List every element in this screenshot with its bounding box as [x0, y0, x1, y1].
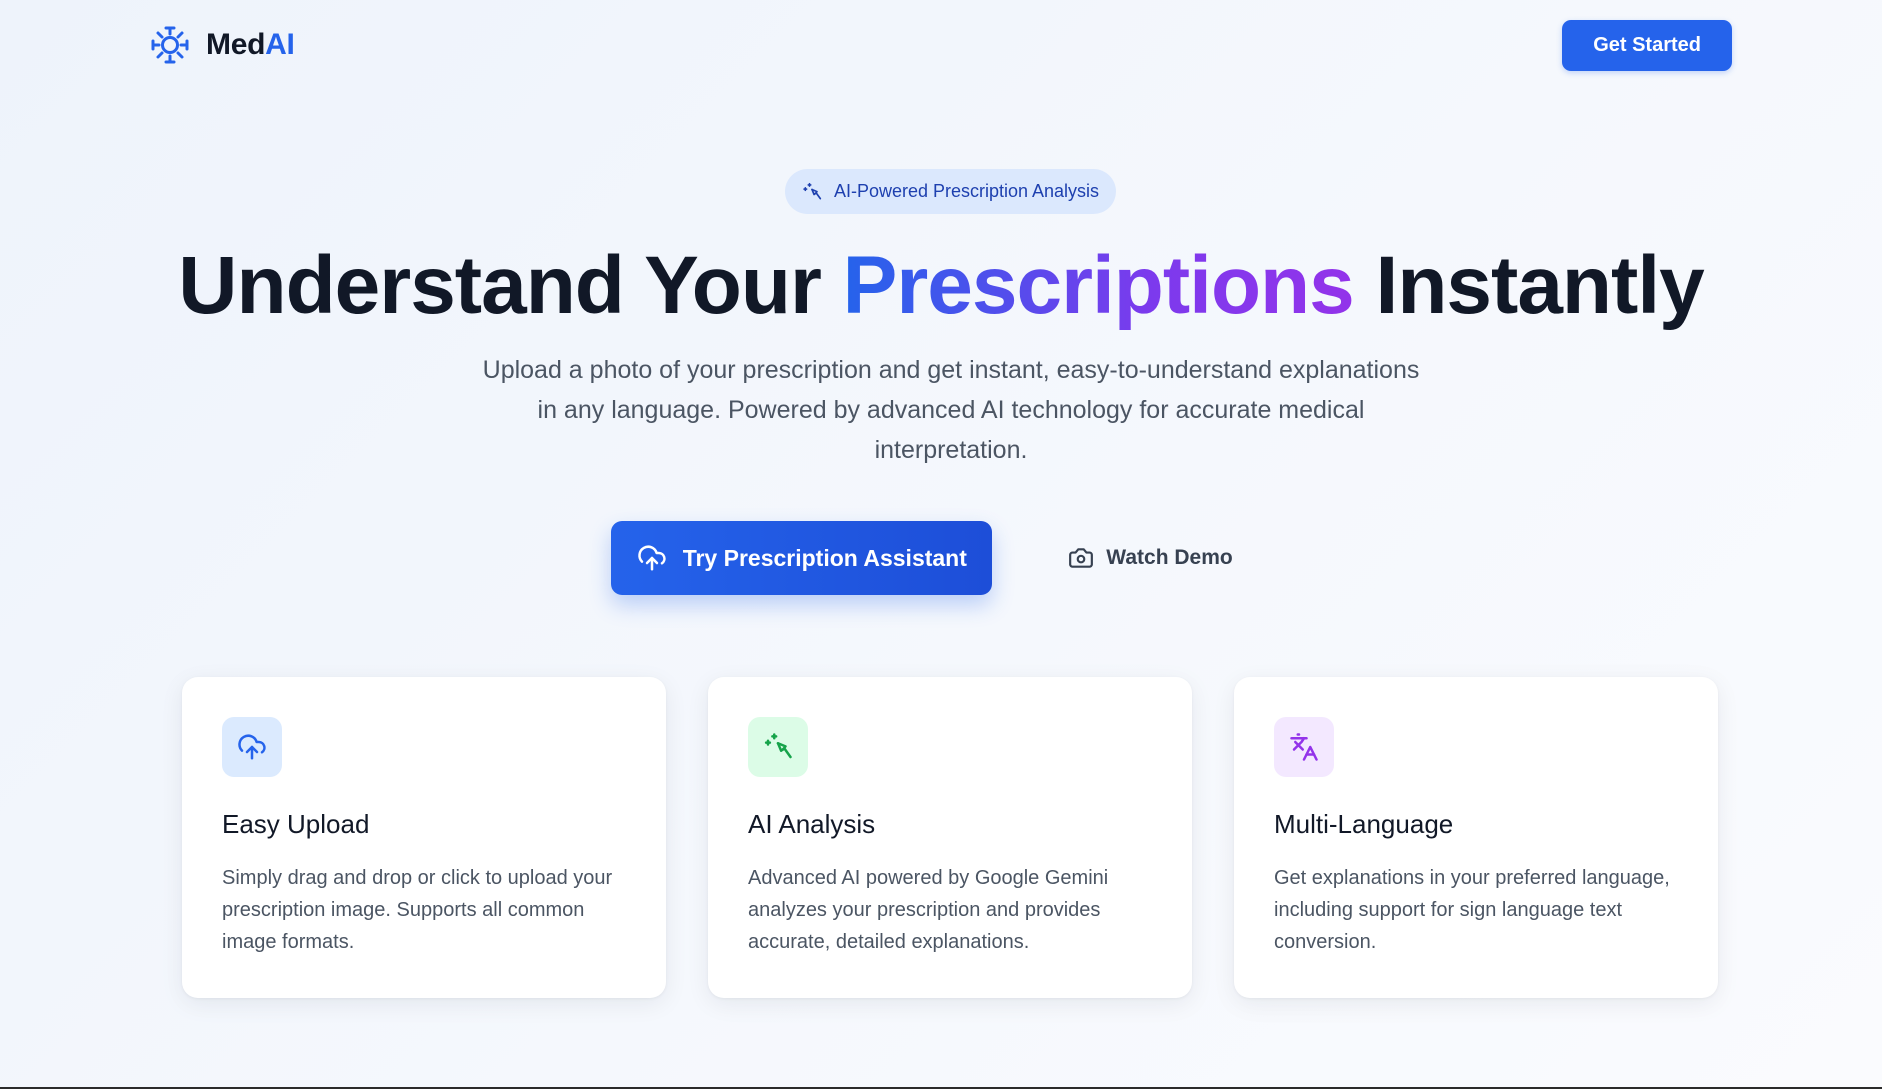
brand-logo[interactable]: MedAI: [150, 25, 295, 65]
camera-icon: [1068, 545, 1094, 571]
badge-label: AI-Powered Prescription Analysis: [833, 181, 1100, 201]
feature-badge: AI-Powered Prescription Analysis: [785, 169, 1116, 214]
sparkle-wand-icon: [748, 717, 808, 777]
feature-description: Get explanations in your preferred langu…: [1274, 867, 1670, 953]
feature-card-easy-upload: Easy Upload Simply drag and drop or clic…: [182, 677, 666, 998]
feature-card-multi-language: Multi-Language Get explanations in your …: [1234, 677, 1718, 998]
feature-title: AI Analysis: [748, 809, 876, 839]
watch-demo-label: Watch Demo: [1106, 546, 1233, 569]
feature-description: Simply drag and drop or click to upload …: [222, 867, 613, 953]
feature-title: Multi-Language: [1274, 809, 1454, 839]
page-title: Understand Your Prescriptions Instantly: [0, 238, 1882, 334]
brand-name-part1: Med: [206, 28, 266, 61]
brand-name-part2: AI: [265, 28, 295, 61]
sun-virus-icon: [150, 25, 190, 65]
hero-subtitle: Upload a photo of your prescription and …: [482, 356, 1420, 464]
feature-card-ai-analysis: AI Analysis Advanced AI powered by Googl…: [708, 677, 1192, 998]
brand-name: MedAI: [206, 28, 295, 62]
watch-demo-button[interactable]: Watch Demo: [1050, 521, 1250, 595]
title-part2: Instantly: [1353, 240, 1705, 331]
feature-title: Easy Upload: [222, 809, 370, 839]
title-highlight: Prescriptions: [842, 240, 1355, 331]
cta-row: Try Prescription Assistant Watch Demo: [0, 521, 1882, 595]
cloud-upload-icon: [222, 717, 282, 777]
title-part1: Understand Your: [178, 240, 843, 331]
try-prescription-assistant-button[interactable]: Try Prescription Assistant: [611, 521, 993, 595]
get-started-button[interactable]: Get Started: [1562, 19, 1732, 71]
top-nav: MedAI Get Started: [150, 18, 1732, 72]
try-prescription-assistant-label: Try Prescription Assistant: [682, 544, 967, 571]
cloud-upload-icon: [637, 543, 667, 573]
feature-cards: Easy Upload Simply drag and drop or clic…: [182, 677, 1718, 998]
sparkle-wand-icon: [802, 182, 822, 202]
feature-description: Advanced AI powered by Google Gemini ana…: [748, 867, 1109, 953]
translate-icon: [1274, 717, 1334, 777]
